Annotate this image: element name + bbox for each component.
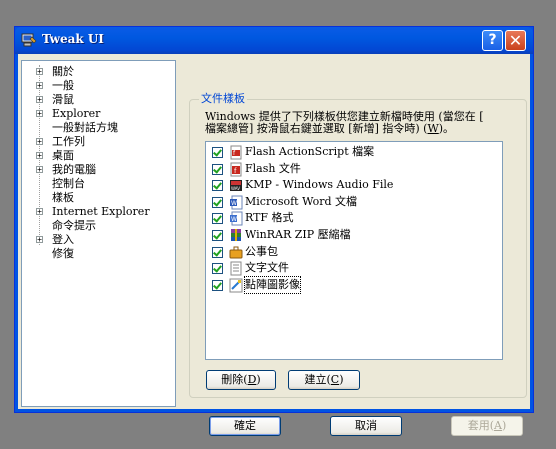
expand-plus-icon[interactable]: +: [36, 152, 43, 160]
tree-item[interactable]: 一般對話方塊: [22, 121, 172, 135]
templates-list[interactable]: f Flash ActionScript 檔案 f Flash 文件 WAV KMP - …: [205, 141, 503, 360]
template-checkbox[interactable]: [212, 196, 223, 208]
template-label: 文字文件: [245, 261, 289, 275]
templates-description: Windows 提供了下列樣板供您建立新檔時使用 (當您在 [ 檔案總管] 按滑…: [205, 111, 510, 135]
flash-document-icon: f: [230, 162, 242, 177]
delete-button[interactable]: 刪除(D): [206, 370, 276, 390]
tree-item[interactable]: + Explorer: [22, 107, 172, 121]
template-list-item[interactable]: 文字文件: [212, 260, 492, 276]
tree-item-label: 桌面: [52, 149, 74, 162]
template-label: RTF 格式: [245, 211, 294, 225]
rtf-document-icon: W: [230, 211, 243, 226]
expand-plus-icon[interactable]: +: [36, 82, 43, 90]
tree-item-label: 一般: [52, 79, 74, 92]
tree-item[interactable]: 控制台: [22, 177, 172, 191]
bitmap-image-icon: [229, 278, 243, 293]
expand-plus-icon[interactable]: +: [36, 110, 43, 118]
template-list-item[interactable]: WAV KMP - Windows Audio File: [212, 177, 492, 193]
template-label: WinRAR ZIP 壓縮檔: [245, 228, 351, 241]
template-checkbox[interactable]: [212, 230, 223, 241]
kmp-audio-icon: WAV: [230, 180, 242, 192]
template-checkbox[interactable]: [212, 147, 223, 158]
briefcase-icon: [229, 246, 243, 259]
tree-item[interactable]: + 桌面: [22, 149, 172, 163]
window-title: Tweak UI: [42, 32, 104, 46]
tree-item-label: 修復: [52, 247, 74, 260]
template-label: Flash ActionScript 檔案: [245, 145, 375, 158]
svg-text:W: W: [231, 200, 237, 207]
template-list-item[interactable]: WinRAR ZIP 壓縮檔: [212, 227, 492, 243]
cancel-button[interactable]: 取消: [330, 416, 402, 436]
template-label: KMP - Windows Audio File: [245, 178, 394, 192]
tree-item-label: 工作列: [52, 135, 85, 148]
close-button[interactable]: ✕: [505, 30, 526, 51]
tree-item-label: Internet Explorer: [52, 205, 150, 218]
svg-text:W: W: [231, 216, 237, 223]
tree-item[interactable]: + 滑鼠: [22, 93, 172, 107]
tree-item-label: 滑鼠: [52, 93, 74, 106]
tree-item[interactable]: + 我的電腦: [22, 163, 172, 177]
template-label: 點陣圖影像: [244, 275, 301, 294]
tree-item[interactable]: 命令提示: [22, 219, 172, 233]
expand-plus-icon[interactable]: +: [36, 208, 43, 216]
template-label: Flash 文件: [245, 161, 301, 175]
template-list-item[interactable]: 點陣圖影像: [212, 275, 492, 294]
winrar-icon: [231, 229, 241, 241]
tweak-ui-app-icon: [21, 33, 37, 47]
template-checkbox[interactable]: [212, 180, 223, 192]
settings-tree[interactable]: + 關於 + 一般 + 滑鼠 + Explorer 一般對話方塊 + 工作列 + 桌面 + 我的電腦 控制台樣…: [21, 60, 176, 407]
template-list-item[interactable]: W RTF 格式: [212, 210, 492, 226]
template-checkbox[interactable]: [212, 163, 223, 175]
template-list-item[interactable]: f Flash ActionScript 檔案: [212, 144, 492, 160]
flash-actionscript-icon: f: [230, 145, 242, 160]
dialog-client-area: + 關於 + 一般 + 滑鼠 + Explorer 一般對話方塊 + 工作列 + 桌面 + 我的電腦 控制台樣…: [19, 54, 529, 436]
template-checkbox[interactable]: [212, 263, 223, 275]
ok-button[interactable]: 確定: [209, 416, 281, 436]
tree-item-label: 一般對話方塊: [52, 121, 118, 134]
tree-item[interactable]: + 一般: [22, 79, 172, 93]
svg-text:WAV: WAV: [231, 186, 240, 191]
template-label: Microsoft Word 文檔: [245, 194, 358, 208]
word-document-icon: W: [230, 195, 243, 210]
tree-item-label: 我的電腦: [52, 163, 96, 176]
tree-item-label: 控制台: [52, 177, 85, 190]
tree-item[interactable]: + 關於: [22, 65, 172, 79]
tree-item-label: 登入: [52, 233, 74, 246]
expand-plus-icon[interactable]: +: [36, 68, 43, 76]
tree-item-label: 關於: [52, 65, 74, 78]
text-document-icon: [230, 261, 242, 276]
tree-item-label: 樣板: [52, 191, 74, 204]
template-list-item[interactable]: W Microsoft Word 文檔: [212, 194, 492, 210]
tree-item-label: Explorer: [52, 107, 101, 120]
template-checkbox[interactable]: [212, 279, 223, 291]
template-list-item[interactable]: 公事包: [212, 244, 492, 260]
tree-item[interactable]: + 登入: [22, 233, 172, 247]
description-line-2: 檔案總管] 按滑鼠右鍵並選取 [新增] 指令時) (W)。: [205, 122, 455, 135]
create-button[interactable]: 建立(C): [288, 370, 360, 390]
expand-plus-icon[interactable]: +: [36, 96, 43, 104]
tree-item[interactable]: 樣板: [22, 191, 172, 205]
expand-plus-icon[interactable]: +: [36, 166, 43, 174]
tree-item[interactable]: + 工作列: [22, 135, 172, 149]
tree-item[interactable]: 修復: [22, 247, 172, 261]
template-checkbox[interactable]: [212, 213, 223, 225]
help-button[interactable]: ?: [482, 30, 503, 51]
tree-item-label: 命令提示: [52, 219, 96, 232]
tweak-ui-window: Tweak UI ? ✕ + 關於 + 一般 + 滑鼠 + Explorer 一般對話方塊 + 工作…: [14, 26, 534, 436]
apply-button[interactable]: 套用(A): [451, 416, 523, 436]
expand-plus-icon[interactable]: +: [36, 236, 43, 244]
tree-item[interactable]: + Internet Explorer: [22, 205, 172, 219]
template-label: 公事包: [245, 244, 278, 258]
template-checkbox[interactable]: [212, 246, 223, 258]
group-title: 文件樣板: [199, 92, 247, 105]
template-list-item[interactable]: f Flash 文件: [212, 161, 492, 177]
title-bar[interactable]: Tweak UI ? ✕: [15, 27, 533, 54]
expand-plus-icon[interactable]: +: [36, 138, 43, 146]
